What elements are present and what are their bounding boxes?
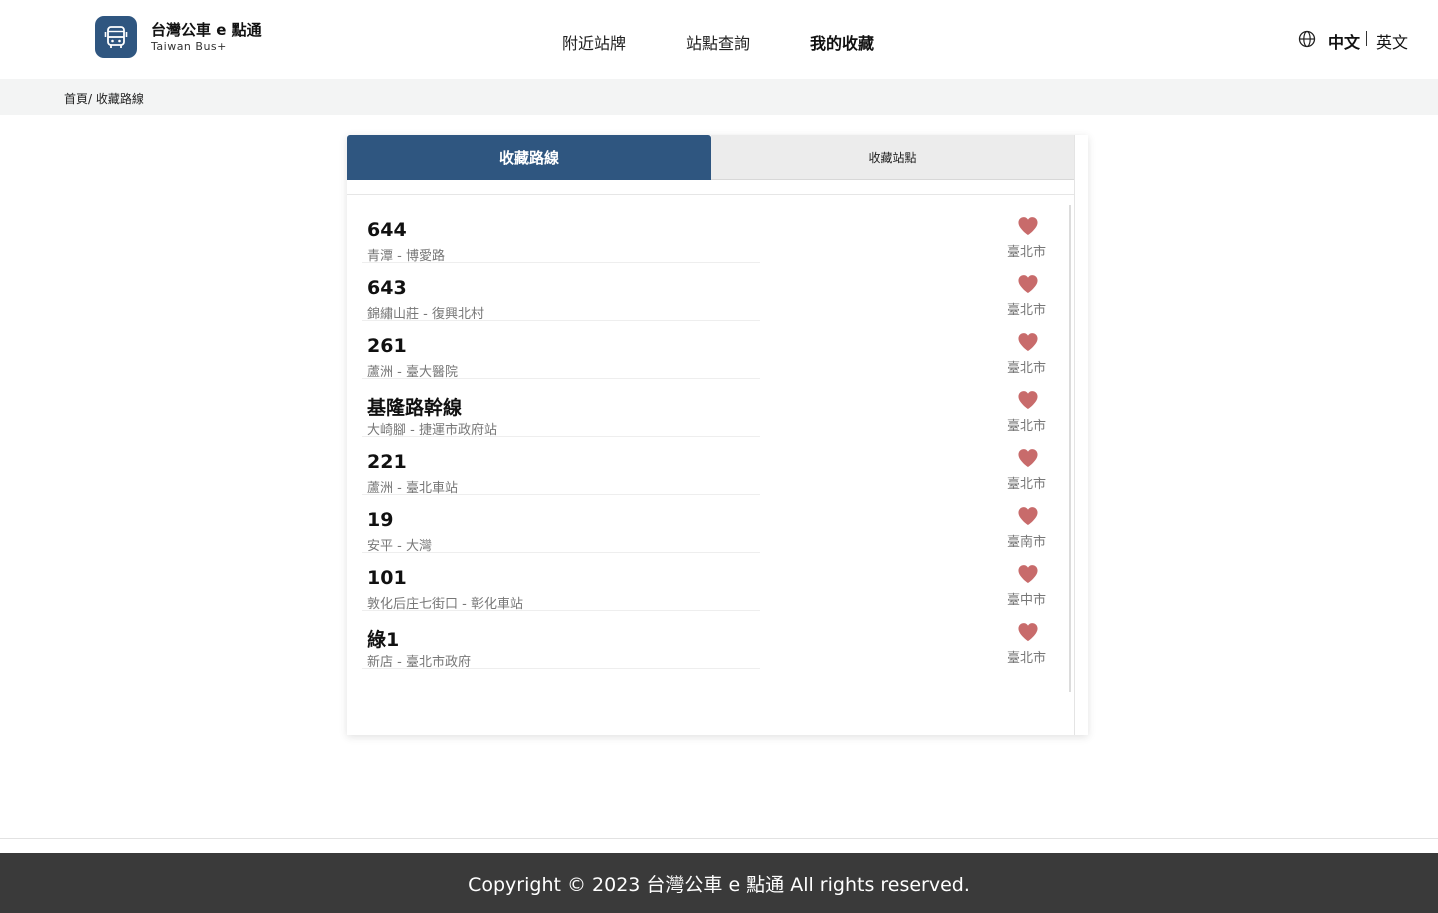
nav-stop-search[interactable]: 站點查詢 [686, 30, 750, 54]
panel-border [1074, 135, 1075, 735]
heart-icon[interactable] [1017, 622, 1039, 642]
language-divider [1366, 31, 1367, 46]
heart-icon[interactable] [1017, 216, 1039, 236]
route-number[interactable]: 綠1 [367, 625, 399, 652]
route-city: 臺南市 [1007, 535, 1047, 550]
route-list-item[interactable]: 19 安平 - 大灣 臺南市 [362, 495, 1052, 554]
globe-icon [1298, 30, 1316, 48]
route-number[interactable]: 643 [367, 277, 407, 299]
bus-logo-icon[interactable] [95, 16, 137, 58]
breadcrumb-bar [0, 79, 1438, 115]
route-list-item[interactable]: 261 蘆洲 - 臺大醫院 臺北市 [362, 321, 1052, 380]
route-number[interactable]: 261 [367, 335, 407, 357]
route-number[interactable]: 基隆路幹線 [367, 393, 462, 420]
nav-nearby-stops[interactable]: 附近站牌 [562, 30, 626, 54]
heart-icon[interactable] [1017, 390, 1039, 410]
footer-divider [0, 838, 1438, 839]
route-city: 臺北市 [1007, 419, 1047, 434]
tab-favorite-routes[interactable]: 收藏路線 [347, 135, 711, 180]
route-list-item[interactable]: 644 青潭 - 博愛路 臺北市 [362, 205, 1052, 264]
brand-subtitle: Taiwan Bus+ [151, 40, 227, 53]
brand-title[interactable]: 台灣公車 e 點通 [151, 19, 262, 40]
header: 台灣公車 e 點通 Taiwan Bus+ 附近站牌 站點查詢 我的收藏 中文 … [0, 0, 1438, 79]
heart-icon[interactable] [1017, 274, 1039, 294]
route-list-item[interactable]: 綠1 新店 - 臺北市政府 臺北市 [362, 611, 1052, 670]
heart-icon[interactable] [1017, 506, 1039, 526]
list-scrollbar[interactable] [1069, 205, 1071, 692]
heart-icon[interactable] [1017, 564, 1039, 584]
route-list-item[interactable]: 221 蘆洲 - 臺北車站 臺北市 [362, 437, 1052, 496]
route-list-item[interactable]: 101 敦化后庄七街口 - 彰化車站 臺中市 [362, 553, 1052, 612]
favorites-panel: 收藏路線 收藏站點 644 青潭 - 博愛路 臺北市 643 錦繡山莊 - 復興北村 臺北… [347, 135, 1088, 735]
route-number[interactable]: 19 [367, 509, 393, 531]
heart-icon[interactable] [1017, 332, 1039, 352]
route-city: 臺中市 [1007, 593, 1047, 608]
route-city: 臺北市 [1007, 303, 1047, 318]
footer-copyright: Copyright © 2023 台灣公車 e 點通 All rights re… [0, 853, 1438, 913]
route-city: 臺北市 [1007, 651, 1047, 666]
route-city: 臺北市 [1007, 361, 1047, 376]
breadcrumb[interactable]: 首頁/ 收藏路線 [64, 90, 144, 107]
route-list-item[interactable]: 基隆路幹線 大崎腳 - 捷運市政府站 臺北市 [362, 379, 1052, 438]
route-number[interactable]: 101 [367, 567, 407, 589]
language-english[interactable]: 英文 [1376, 29, 1408, 53]
route-list-item[interactable]: 643 錦繡山莊 - 復興北村 臺北市 [362, 263, 1052, 322]
tab-divider [347, 194, 1074, 195]
route-city: 臺北市 [1007, 477, 1047, 492]
tab-favorite-stops[interactable]: 收藏站點 [711, 135, 1074, 180]
row-divider [362, 668, 760, 669]
nav-my-favorites[interactable]: 我的收藏 [810, 30, 874, 54]
heart-icon[interactable] [1017, 448, 1039, 468]
route-number[interactable]: 644 [367, 219, 407, 241]
language-chinese[interactable]: 中文 [1328, 29, 1360, 53]
route-number[interactable]: 221 [367, 451, 407, 473]
route-city: 臺北市 [1007, 245, 1047, 260]
